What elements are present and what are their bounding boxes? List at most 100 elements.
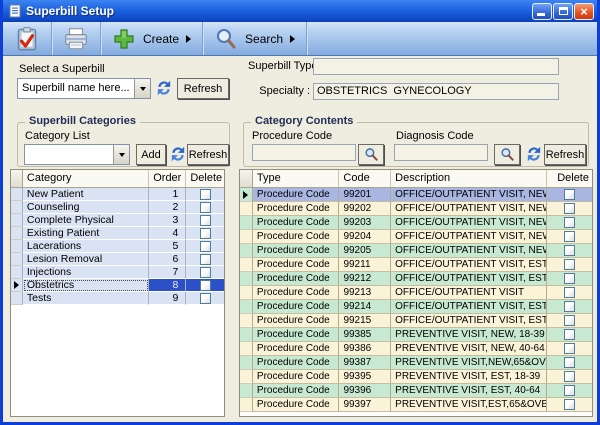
delete-checkbox[interactable] — [200, 202, 211, 213]
row-header-cell[interactable] — [240, 342, 253, 356]
row-header-cell[interactable] — [11, 240, 23, 253]
category-cell[interactable]: Obstetrics — [23, 279, 149, 292]
order-cell[interactable]: 7 — [149, 266, 187, 279]
row-header-cell[interactable] — [11, 227, 23, 240]
delete-checkbox[interactable] — [564, 315, 575, 326]
delete-cell[interactable] — [547, 328, 592, 342]
content-row[interactable]: Procedure Code99215OFFICE/OUTPATIENT VIS… — [240, 314, 592, 328]
description-cell[interactable]: OFFICE/OUTPATIENT VISIT, NEW — [391, 216, 547, 230]
print-button[interactable] — [52, 22, 100, 55]
delete-checkbox[interactable] — [564, 259, 575, 270]
category-row[interactable]: Existing Patient4 — [11, 227, 224, 240]
row-header-cell[interactable] — [240, 272, 253, 286]
description-cell[interactable]: OFFICE/OUTPATIENT VISIT, EST — [391, 300, 547, 314]
delete-cell[interactable] — [547, 384, 592, 398]
order-cell[interactable]: 9 — [149, 292, 187, 305]
delete-checkbox[interactable] — [564, 189, 575, 200]
superbill-combobox-dropdown-button[interactable] — [134, 79, 150, 98]
order-cell[interactable]: 8 — [149, 279, 187, 292]
type-cell[interactable]: Procedure Code — [253, 202, 340, 216]
delete-cell[interactable] — [547, 272, 592, 286]
description-cell[interactable]: PREVENTIVE VISIT, NEW, 40-64 — [391, 342, 547, 356]
row-header-cell[interactable] — [11, 188, 23, 201]
content-row[interactable]: Procedure Code99201OFFICE/OUTPATIENT VIS… — [240, 188, 592, 202]
category-row[interactable]: Tests9 — [11, 292, 224, 305]
delete-cell[interactable] — [547, 188, 592, 202]
content-row[interactable]: Procedure Code99212OFFICE/OUTPATIENT VIS… — [240, 272, 592, 286]
type-cell[interactable]: Procedure Code — [253, 356, 340, 370]
description-cell[interactable]: OFFICE/OUTPATIENT VISIT, NEW — [391, 202, 547, 216]
category-cell[interactable]: Tests — [23, 292, 149, 305]
delete-cell[interactable] — [186, 253, 224, 266]
save-button[interactable] — [3, 22, 51, 55]
delete-cell[interactable] — [547, 342, 592, 356]
delete-cell[interactable] — [186, 227, 224, 240]
row-header-cell[interactable] — [240, 216, 253, 230]
type-cell[interactable]: Procedure Code — [253, 216, 340, 230]
delete-cell[interactable] — [547, 216, 592, 230]
row-header-cell[interactable] — [240, 384, 253, 398]
code-cell[interactable]: 99214 — [339, 300, 391, 314]
description-cell[interactable]: PREVENTIVE VISIT, NEW, 18-39 — [391, 328, 547, 342]
delete-checkbox[interactable] — [200, 254, 211, 265]
description-cell[interactable]: PREVENTIVE VISIT,NEW,65&OVER — [391, 356, 547, 370]
content-row[interactable]: Procedure Code99397PREVENTIVE VISIT,EST,… — [240, 398, 592, 412]
category-row[interactable]: Obstetrics8 — [11, 279, 224, 292]
type-cell[interactable]: Procedure Code — [253, 188, 340, 202]
delete-checkbox[interactable] — [200, 293, 211, 304]
row-header-cell[interactable] — [11, 253, 23, 266]
row-header-cell[interactable] — [240, 258, 253, 272]
delete-cell[interactable] — [186, 279, 224, 292]
category-cell[interactable]: New Patient — [23, 188, 149, 201]
content-row[interactable]: Procedure Code99385PREVENTIVE VISIT, NEW… — [240, 328, 592, 342]
delete-checkbox[interactable] — [564, 357, 575, 368]
type-cell[interactable]: Procedure Code — [253, 342, 340, 356]
code-cell[interactable]: 99204 — [339, 230, 391, 244]
content-row[interactable]: Procedure Code99204OFFICE/OUTPATIENT VIS… — [240, 230, 592, 244]
close-button[interactable]: × — [574, 3, 594, 20]
category-cell[interactable]: Complete Physical — [23, 214, 149, 227]
row-header-cell[interactable] — [240, 188, 253, 202]
category-cell[interactable]: Lesion Removal — [23, 253, 149, 266]
type-cell[interactable]: Procedure Code — [253, 398, 340, 412]
code-cell[interactable]: 99205 — [339, 244, 391, 258]
delete-checkbox[interactable] — [564, 245, 575, 256]
category-row[interactable]: New Patient1 — [11, 188, 224, 201]
code-column-header[interactable]: Code — [339, 170, 391, 187]
type-cell[interactable]: Procedure Code — [253, 286, 340, 300]
code-cell[interactable]: 99203 — [339, 216, 391, 230]
delete-cell[interactable] — [186, 188, 224, 201]
order-cell[interactable]: 6 — [149, 253, 187, 266]
row-header-cell[interactable] — [240, 244, 253, 258]
type-column-header[interactable]: Type — [253, 170, 340, 187]
row-header-cell[interactable] — [11, 292, 23, 305]
code-cell[interactable]: 99213 — [339, 286, 391, 300]
contents-refresh-button[interactable]: Refresh — [544, 144, 586, 165]
row-header-cell[interactable] — [11, 201, 23, 214]
row-header-cell[interactable] — [11, 279, 23, 292]
order-cell[interactable]: 1 — [149, 188, 187, 201]
type-cell[interactable]: Procedure Code — [253, 300, 340, 314]
category-list-combobox[interactable] — [24, 144, 130, 165]
description-cell[interactable]: OFFICE/OUTPATIENT VISIT, NEW — [391, 244, 547, 258]
create-button[interactable]: Create — [101, 22, 202, 55]
category-row[interactable]: Counseling2 — [11, 201, 224, 214]
delete-cell[interactable] — [547, 244, 592, 258]
type-cell[interactable]: Procedure Code — [253, 328, 340, 342]
row-header-cell[interactable] — [11, 214, 23, 227]
content-row[interactable]: Procedure Code99386PREVENTIVE VISIT, NEW… — [240, 342, 592, 356]
delete-checkbox[interactable] — [200, 241, 211, 252]
delete-checkbox[interactable] — [564, 371, 575, 382]
delete-checkbox[interactable] — [564, 203, 575, 214]
content-row[interactable]: Procedure Code99387PREVENTIVE VISIT,NEW,… — [240, 356, 592, 370]
type-cell[interactable]: Procedure Code — [253, 272, 340, 286]
order-cell[interactable]: 5 — [149, 240, 187, 253]
category-column-header[interactable]: Category — [23, 170, 149, 187]
delete-checkbox[interactable] — [200, 215, 211, 226]
diagnosis-code-search-button[interactable] — [494, 144, 520, 165]
description-cell[interactable]: PREVENTIVE VISIT,EST,65&OVER — [391, 398, 547, 412]
procedure-code-input[interactable] — [252, 144, 356, 161]
description-cell[interactable]: OFFICE/OUTPATIENT VISIT, NEW — [391, 230, 547, 244]
delete-checkbox[interactable] — [564, 329, 575, 340]
content-row[interactable]: Procedure Code99203OFFICE/OUTPATIENT VIS… — [240, 216, 592, 230]
